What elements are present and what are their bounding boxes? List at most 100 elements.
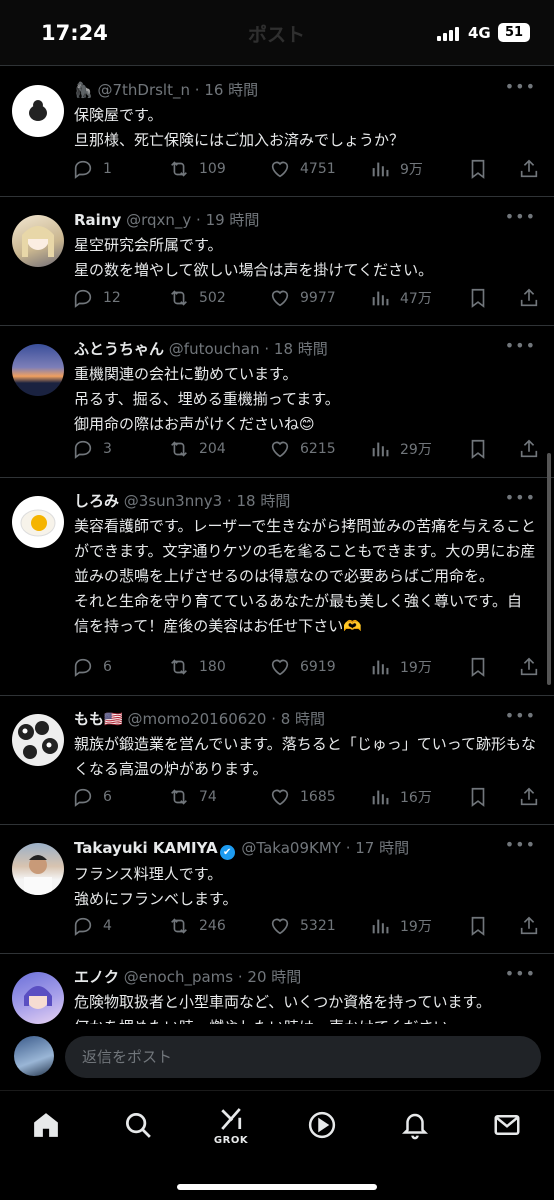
tweet-time[interactable]: 17 時間 [355, 839, 409, 857]
share-button[interactable] [518, 782, 540, 812]
reply-button[interactable]: 3 [72, 434, 112, 464]
more-icon[interactable]: ••• [505, 488, 536, 507]
bookmark-button[interactable] [467, 434, 489, 464]
views-button[interactable]: 47万 [369, 283, 432, 313]
author-handle[interactable]: @futouchan [169, 340, 260, 358]
retweet-button[interactable]: 109 [168, 154, 226, 184]
views-count: 9万 [400, 162, 423, 178]
page-title: ポスト [248, 24, 306, 46]
bookmark-icon [471, 916, 485, 936]
more-icon[interactable]: ••• [505, 77, 536, 96]
tweet-time[interactable]: 19 時間 [206, 211, 260, 229]
more-icon[interactable]: ••• [505, 336, 536, 355]
retweet-button[interactable]: 180 [168, 652, 226, 682]
bookmark-button[interactable] [467, 154, 489, 184]
bookmark-button[interactable] [467, 782, 489, 812]
nav-notifications[interactable] [395, 1105, 435, 1145]
bookmark-button[interactable] [467, 283, 489, 313]
avatar[interactable] [12, 972, 64, 1024]
like-button[interactable]: 6215 [269, 434, 336, 464]
nav-search[interactable] [118, 1105, 158, 1145]
share-button[interactable] [518, 911, 540, 941]
author-name[interactable]: エノク [74, 968, 119, 986]
author-name[interactable]: Rainy [74, 211, 121, 229]
nav-grok[interactable] [211, 1099, 251, 1139]
reply-button[interactable]: 1 [72, 154, 112, 184]
avatar[interactable] [12, 714, 64, 766]
author-name[interactable]: ふとうちゃん [74, 340, 164, 358]
reply-feed[interactable]: 🦍 @7thDrslt_n · 16 時間 保険屋です。 旦那様、死亡保険にはご… [0, 67, 554, 1024]
avatar[interactable] [12, 344, 64, 396]
reply-bar: 返信をポスト [0, 1024, 554, 1090]
author-name[interactable]: Takayuki KAMIYA [74, 839, 218, 857]
avatar[interactable] [12, 843, 64, 895]
author-handle[interactable]: @3sun3nny3 [124, 492, 222, 510]
retweet-button[interactable]: 246 [168, 911, 226, 941]
mail-icon [494, 1115, 520, 1135]
tweet-time[interactable]: 8 時間 [281, 710, 325, 728]
nav-home[interactable] [26, 1105, 66, 1145]
retweet-button[interactable]: 74 [168, 782, 217, 812]
views-button[interactable]: 29万 [369, 434, 432, 464]
like-button[interactable]: 1685 [269, 782, 336, 812]
more-icon[interactable]: ••• [505, 207, 536, 226]
author-handle[interactable]: @rqxn_y [126, 211, 191, 229]
more-icon[interactable]: ••• [505, 964, 536, 983]
scrollbar[interactable] [547, 453, 551, 685]
bookmark-button[interactable] [467, 911, 489, 941]
signal-icon [437, 27, 463, 41]
like-button[interactable]: 4751 [269, 154, 336, 184]
tweet-actions: 6 180 6919 19万 [72, 652, 540, 682]
author-handle[interactable]: @momo20160620 [127, 710, 266, 728]
search-icon [126, 1113, 151, 1138]
author-handle[interactable]: @7thDrslt_n [97, 81, 190, 99]
more-icon[interactable]: ••• [505, 835, 536, 854]
bookmark-button[interactable] [467, 652, 489, 682]
tweet[interactable]: 🦍 @7thDrslt_n · 16 時間 保険屋です。 旦那様、死亡保険にはご… [0, 67, 554, 197]
avatar[interactable] [12, 496, 64, 548]
views-button[interactable]: 19万 [369, 911, 432, 941]
reply-button[interactable]: 4 [72, 911, 112, 941]
like-button[interactable]: 6919 [269, 652, 336, 682]
tweet-actions: 3 204 6215 29万 [72, 434, 540, 464]
author-name[interactable]: もも [74, 710, 104, 728]
tweet[interactable]: エノク @enoch_pams · 20 時間 危険物取扱者と小型車両など、いく… [0, 954, 554, 1024]
reply-button[interactable]: 6 [72, 652, 112, 682]
share-icon [520, 916, 538, 935]
share-button[interactable] [518, 652, 540, 682]
avatar[interactable] [12, 215, 64, 267]
tweet-time[interactable]: 18 時間 [274, 340, 328, 358]
like-count: 6215 [300, 441, 336, 457]
author-handle[interactable]: @enoch_pams [124, 968, 233, 986]
views-button[interactable]: 9万 [369, 154, 423, 184]
tweet-time[interactable]: 16 時間 [204, 81, 258, 99]
like-button[interactable]: 9977 [269, 283, 336, 313]
share-button[interactable] [518, 434, 540, 464]
tweet[interactable]: もも🇺🇸 @momo20160620 · 8 時間 親族が鍛造業を営んでいます。… [0, 696, 554, 825]
nav-messages[interactable] [487, 1105, 527, 1145]
views-button[interactable]: 19万 [369, 652, 432, 682]
more-icon[interactable]: ••• [505, 706, 536, 725]
nav-video[interactable] [302, 1105, 342, 1145]
reply-input[interactable]: 返信をポスト [65, 1036, 541, 1078]
avatar[interactable] [14, 1036, 54, 1076]
tweet[interactable]: ふとうちゃん @futouchan · 18 時間 重機関連の会社に勤めています… [0, 326, 554, 478]
tweet-time[interactable]: 20 時間 [247, 968, 301, 986]
reply-button[interactable]: 12 [72, 283, 121, 313]
tweet[interactable]: Rainy @rqxn_y · 19 時間 星空研究会所属です。 星の数を増やし… [0, 197, 554, 326]
share-button[interactable] [518, 154, 540, 184]
like-button[interactable]: 5321 [269, 911, 336, 941]
retweet-button[interactable]: 204 [168, 434, 226, 464]
avatar[interactable] [12, 85, 64, 137]
tweet[interactable]: Takayuki KAMIYA ✔ @Taka09KMY · 17 時間 フランス… [0, 825, 554, 954]
views-button[interactable]: 16万 [369, 782, 432, 812]
reply-button[interactable]: 6 [72, 782, 112, 812]
author-handle[interactable]: @Taka09KMY [241, 839, 341, 857]
author-name[interactable]: しろみ [74, 492, 119, 510]
tweet-time[interactable]: 18 時間 [236, 492, 290, 510]
bookmark-icon [471, 787, 485, 807]
share-button[interactable] [518, 283, 540, 313]
retweet-count: 204 [199, 441, 226, 457]
tweet[interactable]: しろみ @3sun3nny3 · 18 時間 美容看護師です。レーザーで生きなが… [0, 478, 554, 696]
retweet-button[interactable]: 502 [168, 283, 226, 313]
